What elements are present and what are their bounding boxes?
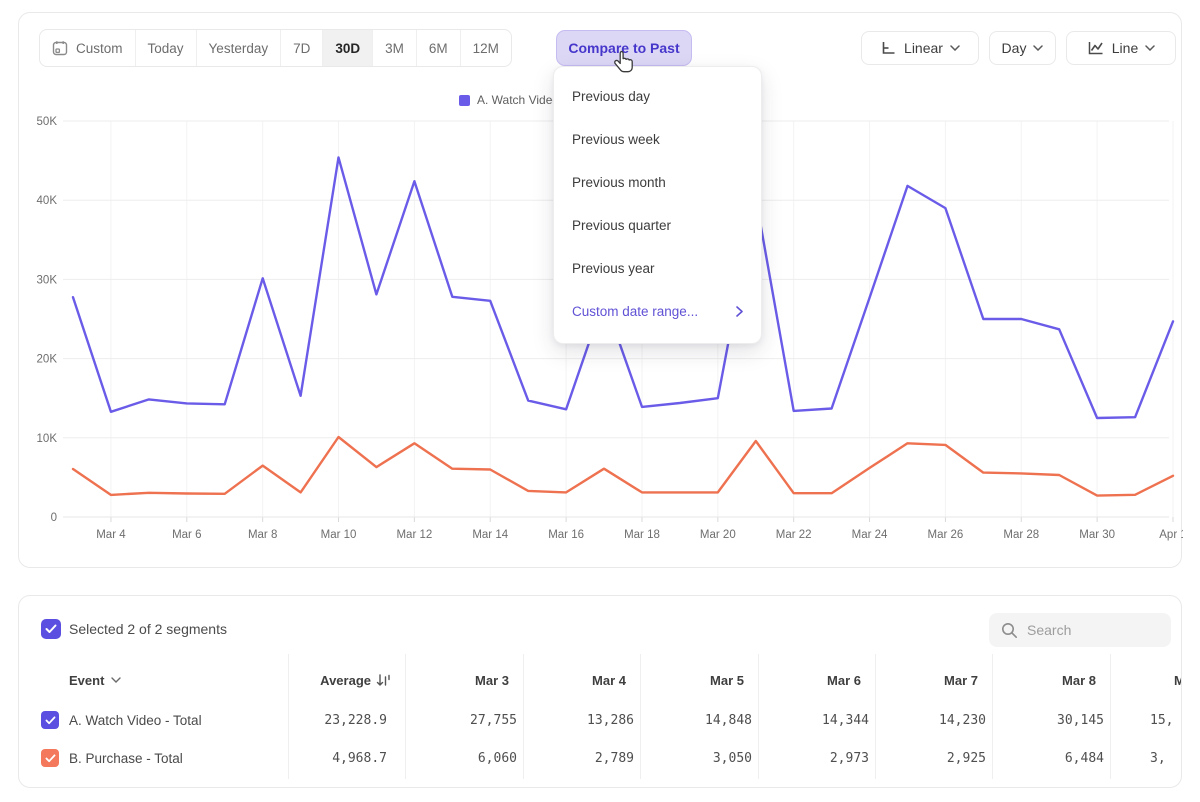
interval-select-label: Day — [1002, 40, 1027, 56]
svg-text:Mar 14: Mar 14 — [472, 529, 508, 541]
date-column-header: Mar 7 — [875, 668, 978, 692]
svg-text:Apr 1: Apr 1 — [1159, 529, 1183, 541]
menu-item-label: Custom date range... — [572, 304, 698, 319]
legend-swatch-icon — [459, 95, 470, 106]
svg-text:0: 0 — [51, 512, 57, 524]
cell-value: 14,848 — [640, 713, 752, 728]
cell-value: 3,050 — [640, 751, 752, 766]
chevron-down-icon — [1145, 45, 1155, 51]
svg-text:Mar 22: Mar 22 — [776, 529, 812, 541]
menu-item-previous-month[interactable]: Previous month — [554, 161, 761, 204]
cell-value: 27,755 — [405, 713, 517, 728]
svg-text:50K: 50K — [37, 116, 58, 128]
interval-select-button[interactable]: Day — [989, 31, 1056, 65]
menu-item-previous-week[interactable]: Previous week — [554, 118, 761, 161]
chevron-down-icon — [1033, 45, 1043, 51]
cell-value-clipped: 15, — [1150, 713, 1180, 728]
cell-value-clipped: 3, — [1150, 751, 1180, 766]
cell-value: 13,286 — [523, 713, 634, 728]
cell-average: 4,968.7 — [288, 751, 387, 766]
chevron-down-icon — [950, 45, 960, 51]
cell-value: 6,060 — [405, 751, 517, 766]
event-column-header[interactable]: Event — [69, 668, 121, 692]
svg-text:Mar 6: Mar 6 — [172, 529, 201, 541]
svg-text:Mar 8: Mar 8 — [248, 529, 277, 541]
date-range-6m[interactable]: 6M — [416, 30, 460, 66]
scale-select-button[interactable]: Linear — [861, 31, 979, 65]
cell-value: 14,230 — [875, 713, 986, 728]
chart-type-select-button[interactable]: Line — [1066, 31, 1176, 65]
svg-text:30K: 30K — [37, 274, 58, 286]
menu-item-previous-year[interactable]: Previous year — [554, 247, 761, 290]
segments-table-card: Selected 2 of 2 segments Event Average M… — [18, 595, 1182, 788]
cell-value: 2,973 — [758, 751, 869, 766]
row-checkbox[interactable] — [41, 749, 59, 767]
svg-text:Mar 12: Mar 12 — [396, 529, 432, 541]
compare-to-past-button[interactable]: Compare to Past — [556, 30, 692, 66]
cell-value: 30,145 — [992, 713, 1104, 728]
scale-select-label: Linear — [904, 40, 943, 56]
date-range-7d[interactable]: 7D — [280, 30, 322, 66]
chevron-right-icon — [736, 306, 743, 317]
cell-value: 6,484 — [992, 751, 1104, 766]
date-range-30d[interactable]: 30D — [322, 30, 372, 66]
compare-to-past-menu: Previous day Previous week Previous mont… — [553, 66, 762, 344]
checkmark-icon — [45, 716, 56, 725]
selected-segments-text: Selected 2 of 2 segments — [69, 621, 227, 637]
calendar-icon — [52, 40, 68, 56]
svg-text:Mar 4: Mar 4 — [96, 529, 126, 541]
row-event-label: A. Watch Video - Total — [69, 713, 202, 728]
date-range-yesterday[interactable]: Yesterday — [196, 30, 281, 66]
date-range-segmented-control: Custom Today Yesterday 7D 30D 3M 6M 12M — [39, 29, 512, 67]
search-input[interactable] — [1027, 622, 1157, 638]
svg-text:Mar 30: Mar 30 — [1079, 529, 1115, 541]
row-event-label: B. Purchase - Total — [69, 751, 183, 766]
average-column-header[interactable]: Average — [288, 668, 391, 692]
svg-text:20K: 20K — [37, 354, 58, 366]
menu-item-custom-date-range[interactable]: Custom date range... — [554, 290, 761, 333]
sort-descending-icon — [376, 674, 391, 687]
chevron-down-icon — [111, 677, 121, 683]
date-range-today[interactable]: Today — [135, 30, 196, 66]
svg-text:Mar 24: Mar 24 — [852, 529, 888, 541]
line-chart-icon — [1087, 40, 1105, 56]
row-checkbox[interactable] — [41, 711, 59, 729]
menu-item-previous-quarter[interactable]: Previous quarter — [554, 204, 761, 247]
menu-item-previous-day[interactable]: Previous day — [554, 75, 761, 118]
date-column-header: Mar 3 — [405, 668, 509, 692]
date-column-header: Mar 6 — [758, 668, 861, 692]
svg-text:Mar 10: Mar 10 — [321, 529, 357, 541]
date-column-header-clipped: M — [1174, 668, 1182, 692]
column-divider — [1110, 654, 1111, 779]
search-box[interactable] — [989, 613, 1171, 647]
checkmark-icon — [45, 754, 56, 763]
cell-value: 2,789 — [523, 751, 634, 766]
cell-value: 2,925 — [875, 751, 986, 766]
search-icon — [1001, 622, 1018, 639]
date-range-label: Custom — [76, 41, 123, 56]
checkmark-icon — [45, 624, 57, 634]
svg-text:Mar 20: Mar 20 — [700, 529, 736, 541]
svg-text:40K: 40K — [37, 195, 58, 207]
svg-text:Mar 26: Mar 26 — [928, 529, 964, 541]
chart-type-select-label: Line — [1112, 40, 1138, 56]
cell-value: 14,344 — [758, 713, 869, 728]
axes-icon — [880, 40, 897, 56]
select-all-checkbox[interactable] — [41, 619, 61, 639]
svg-text:Mar 28: Mar 28 — [1003, 529, 1039, 541]
date-range-custom[interactable]: Custom — [40, 30, 135, 66]
date-column-header: Mar 5 — [640, 668, 744, 692]
svg-text:10K: 10K — [37, 433, 58, 445]
date-column-header: Mar 8 — [992, 668, 1096, 692]
svg-text:Mar 18: Mar 18 — [624, 529, 660, 541]
cell-average: 23,228.9 — [288, 713, 387, 728]
svg-text:Mar 16: Mar 16 — [548, 529, 584, 541]
date-column-header: Mar 4 — [523, 668, 626, 692]
date-range-3m[interactable]: 3M — [372, 30, 416, 66]
date-range-12m[interactable]: 12M — [460, 30, 511, 66]
